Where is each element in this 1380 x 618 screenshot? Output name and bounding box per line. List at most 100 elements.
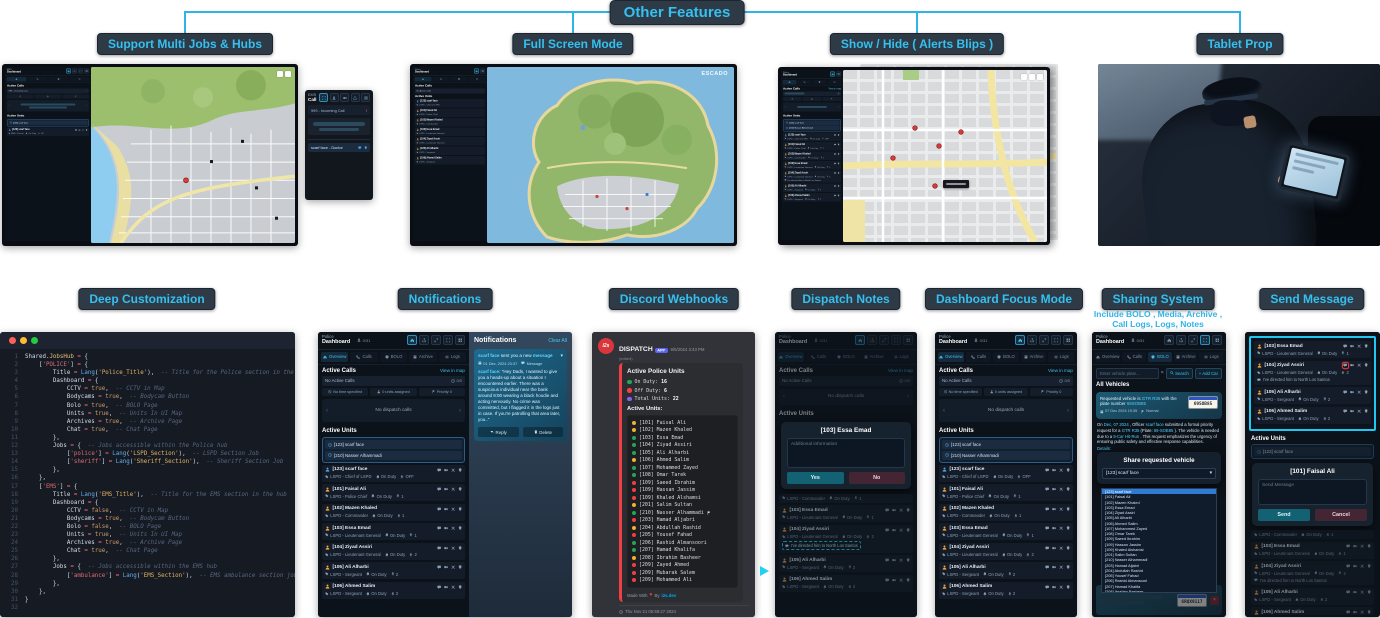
- yes-button[interactable]: Yes: [787, 471, 844, 484]
- unit-card[interactable]: [103] Essa Emad LSPD - Lieutenant Genera…: [783, 161, 841, 170]
- unit-card[interactable]: [101] Faisal Ali LSPD - Police Chief On D…: [783, 142, 841, 151]
- unit-card[interactable]: [104] Ziyad Assiri LSPD - Lieutenant Gen…: [415, 136, 485, 146]
- grid-icon[interactable]: [1063, 335, 1073, 346]
- queued-unit[interactable]: [123] scarf face: [942, 440, 1070, 450]
- locate-icon[interactable]: [1066, 487, 1070, 491]
- bodycam-icon[interactable]: [1052, 546, 1056, 550]
- locate-icon[interactable]: [1066, 468, 1070, 472]
- bodycam-icon[interactable]: [444, 565, 448, 569]
- clear-all-button[interactable]: Clear All: [548, 338, 567, 344]
- chat-icon[interactable]: [437, 507, 441, 511]
- remove-icon[interactable]: [451, 526, 455, 530]
- unit-card[interactable]: [105] Ali Alharbi LSPD - Sergeant: [415, 146, 485, 155]
- call-bar[interactable]: [783, 91, 841, 96]
- chat-icon[interactable]: [437, 526, 441, 530]
- unit-card[interactable]: [123] scarf face LSPD - Chief of LSPD On …: [939, 464, 1073, 482]
- fullscreen-icon[interactable]: [78, 68, 83, 74]
- unit-card[interactable]: [104] Ziyad Assiri LSPD - Lieutenant Gen…: [1251, 561, 1374, 585]
- tab-archive[interactable]: Archive: [1020, 351, 1047, 362]
- island-map[interactable]: ESCADO: [487, 67, 734, 243]
- tab-calls[interactable]: [797, 79, 812, 85]
- unit-card[interactable]: [106] Ahmed Salim LSPD - SergeantOn Duty…: [1254, 406, 1371, 424]
- tab-bolo[interactable]: [450, 76, 468, 82]
- tab-overview[interactable]: Overview: [1095, 351, 1121, 362]
- dispatch-carousel[interactable]: ‹ ›: [7, 99, 89, 112]
- chat-icon[interactable]: [437, 546, 441, 550]
- locate-icon[interactable]: [1066, 526, 1070, 530]
- notification-card[interactable]: ▾ scarf face sent you a new message 01 D…: [474, 349, 567, 442]
- bodycam-icon[interactable]: [1052, 585, 1056, 589]
- home-icon[interactable]: [66, 68, 71, 74]
- plate-search-input[interactable]: [1096, 367, 1159, 379]
- chat-icon[interactable]: [1343, 409, 1347, 413]
- chat-icon[interactable]: [1045, 468, 1049, 472]
- chat-icon[interactable]: [437, 468, 441, 472]
- message-input[interactable]: [1258, 479, 1367, 505]
- author-link[interactable]: i2s.dev: [662, 593, 677, 598]
- locate-icon[interactable]: [1066, 507, 1070, 511]
- tab-overview[interactable]: [414, 76, 432, 82]
- share-icon[interactable]: [72, 68, 77, 74]
- queued-unit[interactable]: [123] scarf face: [784, 120, 840, 125]
- unit-card[interactable]: [105] Ali Alharbi LSPD - Sergeant On Duty…: [1254, 387, 1371, 404]
- remove-icon[interactable]: [1059, 507, 1063, 511]
- assigned-unit[interactable]: scarf face - Doctor: [308, 143, 370, 153]
- unit-card[interactable]: [106] Ahmed Salim LSPD - SergeantOn Duty…: [779, 574, 913, 592]
- unit-select[interactable]: [123] scarf face ▾: [1102, 468, 1216, 479]
- chat-icon[interactable]: [437, 565, 441, 569]
- fullscreen-icon[interactable]: [443, 335, 453, 346]
- unit-card[interactable]: [105] Ali Alharbi LSPD - Sergeant On Duty…: [1251, 587, 1374, 605]
- unit-card[interactable]: [103] Essa Emad LSPD - Lieutenant Genera…: [415, 127, 485, 136]
- bodycam-icon[interactable]: [1052, 468, 1056, 472]
- unit-card[interactable]: [123] scarf face LSPD - Chief of LSPD On …: [783, 132, 841, 142]
- locate-icon[interactable]: [458, 468, 462, 472]
- chat-icon[interactable]: [1045, 565, 1049, 569]
- remove-icon[interactable]: [1059, 565, 1063, 569]
- queued-unit[interactable]: [123] scarf face: [8, 120, 88, 125]
- locate-icon[interactable]: [1066, 546, 1070, 550]
- reply-button[interactable]: Reply: [478, 427, 519, 438]
- locate-icon[interactable]: [458, 546, 462, 550]
- bolo-card[interactable]: Requested vehicle is GTR R35 with the pl…: [1096, 391, 1222, 420]
- maximize-icon[interactable]: [31, 337, 38, 344]
- delete-bolo-button[interactable]: ×: [1210, 595, 1219, 605]
- unit-card[interactable]: [106] Ahmed Salim LSPD - SergeantOn Duty…: [783, 193, 841, 202]
- grid-icon[interactable]: [836, 71, 841, 77]
- dispatch-carousel[interactable]: ‹ No dispatch calls ›: [322, 399, 465, 423]
- locate-icon[interactable]: [458, 585, 462, 589]
- cancel-button[interactable]: Cancel: [1315, 509, 1367, 521]
- unit-card[interactable]: [102] Mazen Khaled LSPD - Commander On Du…: [939, 503, 1073, 521]
- remove-icon[interactable]: [1059, 526, 1063, 530]
- home-icon[interactable]: [474, 68, 479, 74]
- tab-calls[interactable]: [432, 76, 450, 82]
- tab-logs[interactable]: Logs: [1048, 351, 1074, 362]
- remove-icon[interactable]: [451, 585, 455, 589]
- queued-unit[interactable]: [123] scarf face: [1254, 447, 1371, 456]
- unit-card[interactable]: [106] Ahmed Salim LSPD - SergeantOn Duty…: [1251, 607, 1374, 615]
- search-button[interactable]: Search: [1165, 367, 1193, 379]
- chat-icon[interactable]: [1045, 507, 1049, 511]
- locate-icon[interactable]: [458, 526, 462, 530]
- dropdown-option[interactable]: [208] Ibrahim Basheer: [1102, 589, 1216, 592]
- locate-icon[interactable]: [458, 565, 462, 569]
- remove-icon[interactable]: [451, 546, 455, 550]
- no-button[interactable]: No: [848, 471, 905, 484]
- bodycam-icon[interactable]: [444, 526, 448, 530]
- bodycam-icon[interactable]: [1052, 526, 1056, 530]
- unit-card[interactable]: [104] Ziyad Assiri LSPD - Lieutenant Gen…: [1254, 360, 1371, 385]
- unit-card[interactable]: [105] Ali Alharbi LSPD - Sergeant On Duty…: [322, 562, 465, 580]
- remove-icon[interactable]: [1059, 487, 1063, 491]
- chat-icon[interactable]: [1045, 526, 1049, 530]
- unit-card[interactable]: [102] Mazen Khaled LSPD - Commander On Du…: [322, 503, 465, 521]
- bodycam-icon[interactable]: [1052, 487, 1056, 491]
- unit-card[interactable]: [123] scarf face LSPD - Chief of LSPD: [415, 98, 485, 108]
- dispatch-carousel[interactable]: ‹ No dispatch calls ›: [939, 399, 1073, 423]
- unit-card[interactable]: [102] Mazen Khaled LSPD - Commander: [415, 117, 485, 127]
- remove-icon[interactable]: [451, 565, 455, 569]
- tab-logs[interactable]: [827, 79, 842, 85]
- chat-icon[interactable]: [437, 487, 441, 491]
- queued-unit[interactable]: [123] scarf face: [325, 440, 462, 450]
- view-in-map-link[interactable]: View in map: [440, 368, 465, 373]
- chat-icon[interactable]: [1343, 344, 1347, 348]
- tab-overview[interactable]: Overview: [938, 351, 964, 362]
